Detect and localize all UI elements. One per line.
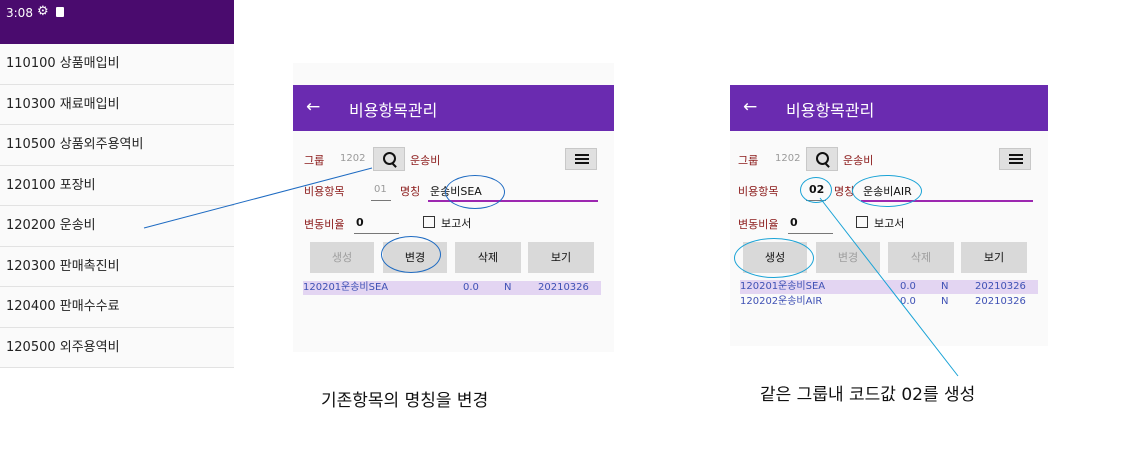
annotation-line-right: [819, 197, 959, 377]
caption-right: 같은 그룹내 코드값 02를 생성: [760, 385, 976, 405]
highlight-name-air: [852, 175, 922, 207]
highlight-name-sea: [445, 175, 505, 209]
annotation-line-left: [143, 167, 373, 229]
highlight-item-code: [800, 177, 832, 203]
highlight-create-button: [734, 238, 814, 278]
highlight-change-button: [381, 236, 441, 273]
caption-left: 기존항목의 명칭을 변경: [321, 391, 489, 411]
